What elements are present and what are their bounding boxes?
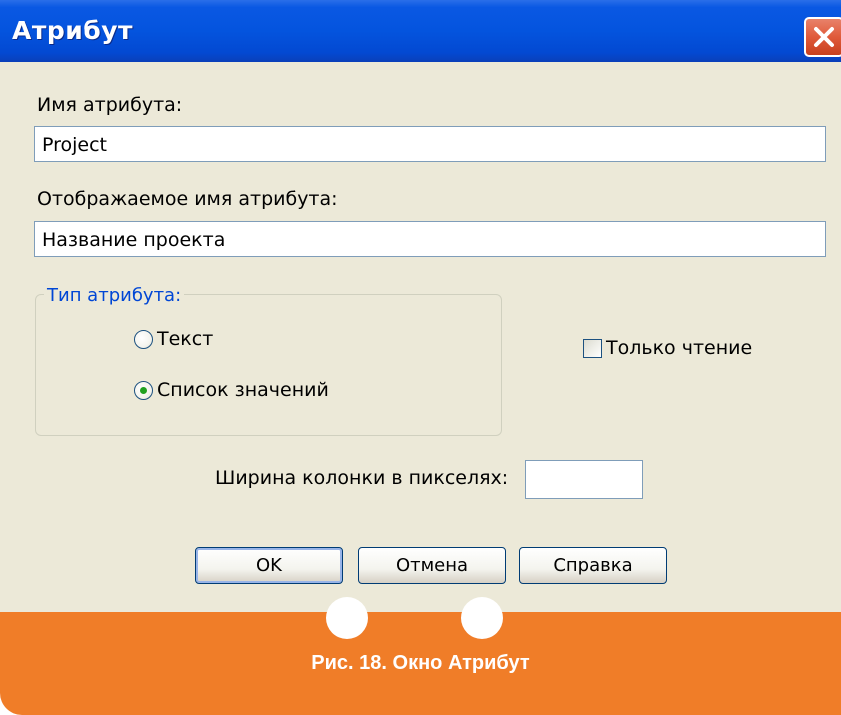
figure-caption: Рис. 18. Окно Атрибут bbox=[311, 652, 530, 674]
decorative-circle-right bbox=[461, 597, 503, 639]
attribute-dialog: Атрибут Имя атрибута: Project Отображаем… bbox=[0, 0, 841, 612]
close-icon bbox=[814, 27, 834, 47]
title-bar[interactable]: Атрибут bbox=[0, 0, 841, 62]
close-button[interactable] bbox=[804, 17, 841, 57]
column-width-input[interactable] bbox=[525, 460, 643, 499]
attribute-type-legend: Тип атрибута: bbox=[44, 285, 185, 306]
ok-button[interactable]: OK bbox=[195, 547, 343, 584]
read-only-checkbox[interactable] bbox=[583, 339, 602, 358]
display-name-label: Отображаемое имя атрибута: bbox=[37, 188, 338, 210]
attribute-type-group bbox=[35, 294, 502, 436]
help-button[interactable]: Справка bbox=[519, 547, 667, 584]
radio-value-list[interactable] bbox=[134, 381, 153, 400]
radio-selected-dot bbox=[140, 387, 147, 394]
column-width-label: Ширина колонки в пикселях: bbox=[215, 467, 509, 489]
cancel-button[interactable]: Отмена bbox=[358, 547, 506, 584]
dialog-title: Атрибут bbox=[12, 16, 133, 45]
attribute-name-label: Имя атрибута: bbox=[37, 94, 183, 116]
read-only-label[interactable]: Только чтение bbox=[606, 337, 752, 359]
radio-text[interactable] bbox=[134, 330, 153, 349]
radio-value-list-label[interactable]: Список значений bbox=[157, 379, 329, 401]
radio-text-label[interactable]: Текст bbox=[157, 328, 213, 350]
decorative-circle-left bbox=[326, 597, 368, 639]
display-name-input[interactable]: Название проекта bbox=[34, 221, 826, 257]
attribute-name-input[interactable]: Project bbox=[34, 126, 826, 162]
